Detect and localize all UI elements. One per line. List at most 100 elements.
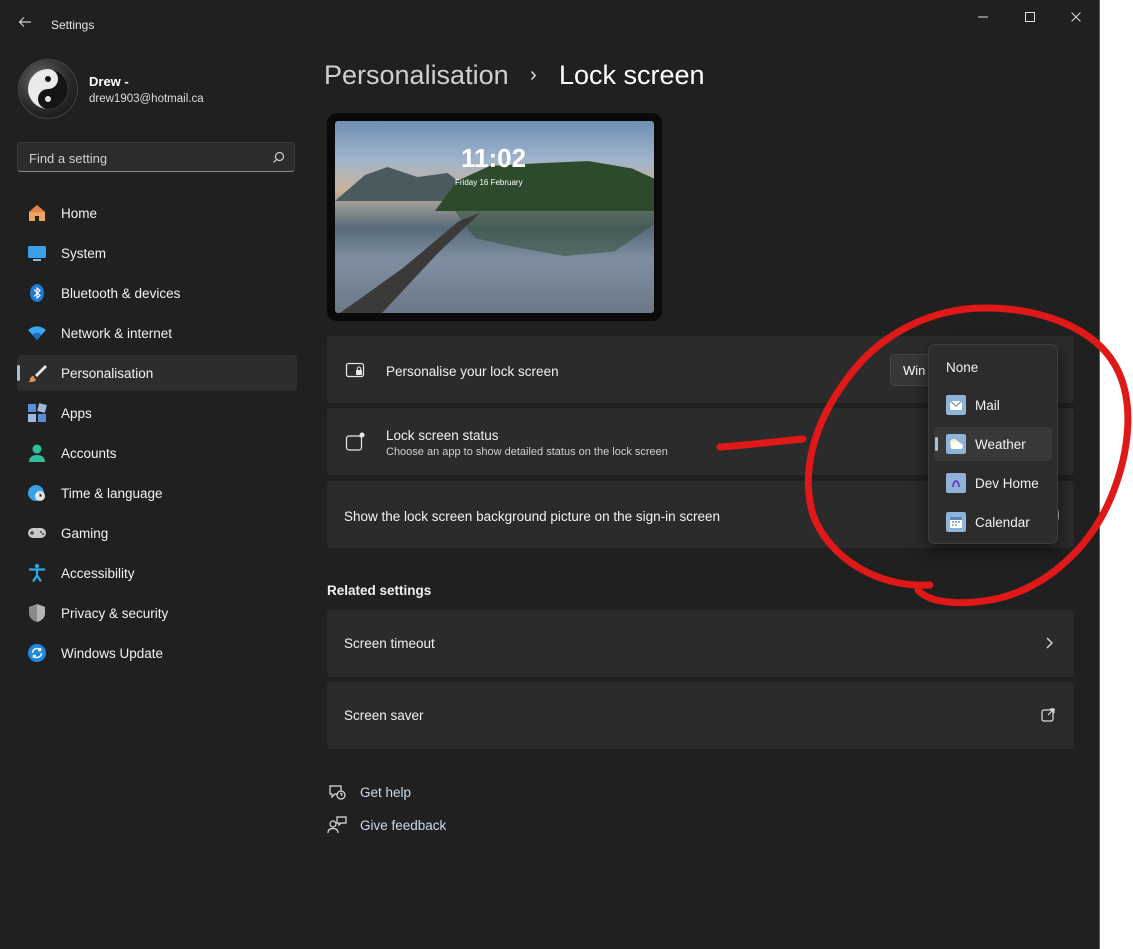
help-icon xyxy=(329,785,346,800)
personalise-lock-screen-title: Personalise your lock screen xyxy=(386,364,559,379)
related-settings-heading: Related settings xyxy=(327,583,432,598)
user-name: Drew - xyxy=(89,74,129,89)
sidebar-item-label: Home xyxy=(61,206,98,221)
sidebar-item-label: Personalisation xyxy=(61,366,154,381)
dropdown-option-label: Calendar xyxy=(975,515,1030,530)
dropdown-option-none[interactable]: None xyxy=(934,350,1052,384)
sidebar-item-label: Bluetooth & devices xyxy=(61,286,181,301)
breadcrumb-separator: › xyxy=(530,64,537,86)
back-arrow-icon xyxy=(18,17,31,27)
back-button[interactable] xyxy=(14,14,36,36)
screen-timeout-card[interactable]: Screen timeout xyxy=(327,610,1074,677)
screen-timeout-label: Screen timeout xyxy=(344,636,435,651)
sidebar-item-label: System xyxy=(61,246,107,261)
sidebar-item-label: Windows Update xyxy=(61,646,164,661)
sidebar-item-network[interactable]: Network & internet xyxy=(17,315,297,351)
sidebar-item-label: Network & internet xyxy=(61,326,173,341)
gaming-icon xyxy=(28,528,46,538)
active-indicator xyxy=(17,365,20,381)
search-box[interactable] xyxy=(17,142,295,172)
sidebar-nav: Home System Bluetooth & devices Network … xyxy=(17,195,297,675)
breadcrumb-parent[interactable]: Personalisation xyxy=(324,60,509,91)
title-bar: Settings xyxy=(0,0,1100,48)
selected-indicator xyxy=(935,437,938,451)
dropdown-option-weather[interactable]: Weather xyxy=(934,427,1052,461)
dropdown-option-mail[interactable]: Mail xyxy=(934,388,1052,422)
calendar-icon xyxy=(946,512,966,532)
lock-screen-status-title: Lock screen status xyxy=(386,428,499,443)
settings-window: Settings Drew - drew1903@hotmail.ca Find… xyxy=(0,0,1100,949)
page-title: Lock screen xyxy=(559,60,705,90)
window-border xyxy=(1099,0,1100,949)
sidebar-item-accessibility[interactable]: Accessibility xyxy=(17,555,297,591)
lock-screen-date: Friday 16 February xyxy=(455,178,523,187)
signin-background-title: Show the lock screen background picture … xyxy=(344,509,720,524)
screen-saver-card[interactable]: Screen saver xyxy=(327,682,1074,749)
sidebar-item-bluetooth[interactable]: Bluetooth & devices xyxy=(17,275,297,311)
dropdown-option-label: Mail xyxy=(975,398,1000,413)
minimize-icon xyxy=(978,16,988,18)
personalise-lock-screen-value: Win xyxy=(903,363,926,378)
status-icon xyxy=(345,432,365,451)
dev-home-icon xyxy=(946,473,966,493)
close-button[interactable] xyxy=(1053,6,1099,28)
search-icon[interactable] xyxy=(272,151,285,164)
lock-screen-picture-icon xyxy=(345,362,365,378)
dropdown-option-dev-home[interactable]: Dev Home xyxy=(934,466,1052,500)
dropdown-option-label: Weather xyxy=(975,437,1026,452)
dropdown-option-label: Dev Home xyxy=(975,476,1039,491)
sidebar-item-label: Privacy & security xyxy=(61,606,169,621)
sidebar-item-personalisation[interactable]: Personalisation xyxy=(17,355,297,391)
sidebar-item-label: Accounts xyxy=(61,446,117,461)
network-icon xyxy=(28,326,46,340)
accounts-icon xyxy=(29,444,45,462)
sidebar-item-apps[interactable]: Apps xyxy=(17,395,297,431)
sidebar-item-system[interactable]: System xyxy=(17,235,297,271)
brush-icon xyxy=(28,365,47,383)
wallpaper-jetty xyxy=(340,213,480,313)
screen-saver-label: Screen saver xyxy=(344,708,424,723)
feedback-icon xyxy=(327,816,347,834)
sidebar-item-label: Time & language xyxy=(61,486,163,501)
sidebar-item-gaming[interactable]: Gaming xyxy=(17,515,297,551)
chevron-right-icon xyxy=(1046,637,1053,649)
sidebar-item-label: Apps xyxy=(61,406,92,421)
app-title: Settings xyxy=(51,18,95,32)
apps-icon xyxy=(28,403,47,422)
lock-screen-time: 11:02 xyxy=(461,143,527,173)
avatar[interactable] xyxy=(18,59,78,119)
system-icon xyxy=(28,246,46,261)
windows-update-icon xyxy=(28,644,46,662)
bluetooth-icon xyxy=(30,284,44,302)
weather-icon xyxy=(946,434,966,454)
dropdown-option-label: None xyxy=(946,360,979,375)
sidebar-item-privacy[interactable]: Privacy & security xyxy=(17,595,297,631)
shield-icon xyxy=(29,604,45,622)
user-email: drew1903@hotmail.ca xyxy=(89,93,204,105)
maximize-icon xyxy=(1025,12,1035,22)
yin-yang-icon xyxy=(28,69,68,109)
lock-screen-status-dropdown: None Mail Weather Dev Home Calendar xyxy=(928,344,1058,544)
wallpaper-reflection xyxy=(455,211,654,256)
maximize-button[interactable] xyxy=(1007,6,1053,28)
mail-icon xyxy=(946,395,966,415)
lock-screen-preview: 11:02 Friday 16 February xyxy=(327,113,662,321)
dropdown-option-calendar[interactable]: Calendar xyxy=(934,505,1052,539)
sidebar-item-accounts[interactable]: Accounts xyxy=(17,435,297,471)
close-icon xyxy=(1071,12,1081,22)
sidebar-item-label: Gaming xyxy=(61,526,109,541)
home-icon xyxy=(29,205,45,221)
accessibility-icon xyxy=(29,563,45,583)
time-language-icon xyxy=(28,485,45,501)
search-input[interactable] xyxy=(27,148,261,168)
minimize-button[interactable] xyxy=(960,6,1006,28)
sidebar-item-home[interactable]: Home xyxy=(17,195,297,231)
lock-screen-status-subtitle: Choose an app to show detailed status on… xyxy=(386,446,668,458)
sidebar-item-time-language[interactable]: Time & language xyxy=(17,475,297,511)
give-feedback-label: Give feedback xyxy=(360,818,447,833)
sidebar-item-windows-update[interactable]: Windows Update xyxy=(17,635,297,671)
external-link-icon xyxy=(1041,708,1055,722)
get-help-label: Get help xyxy=(360,785,412,800)
sidebar-item-label: Accessibility xyxy=(61,566,135,581)
lock-screen-wallpaper: 11:02 Friday 16 February xyxy=(335,121,654,313)
